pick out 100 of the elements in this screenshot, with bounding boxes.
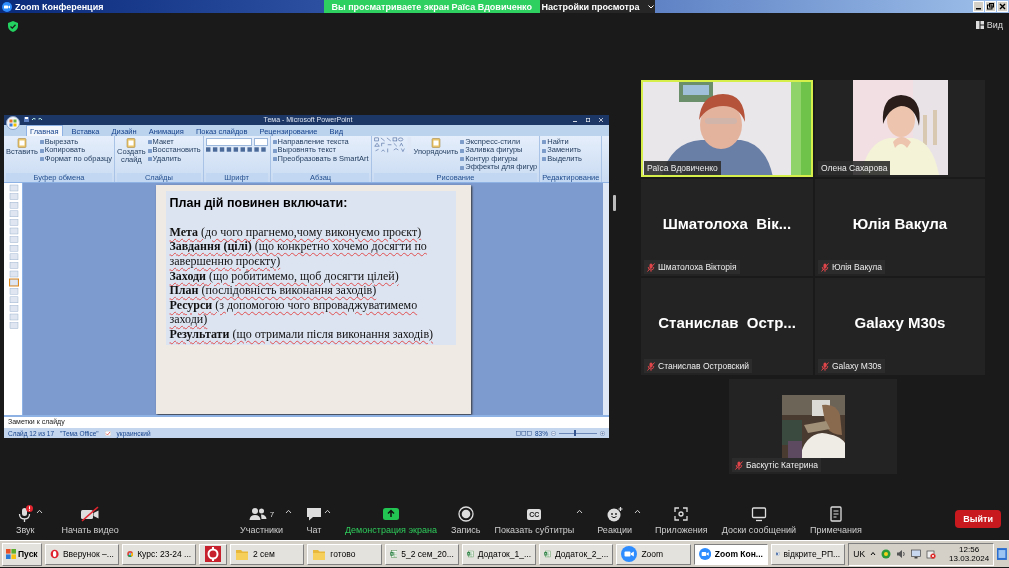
start-button[interactable]: Пуск bbox=[2, 542, 42, 566]
participant-name: Станислав Островский bbox=[658, 361, 749, 371]
minimize-icon[interactable] bbox=[973, 1, 984, 12]
scrollbar[interactable] bbox=[603, 182, 609, 415]
speaker-icon[interactable] bbox=[896, 549, 907, 559]
view-options-button[interactable]: Настройки просмотра bbox=[540, 0, 655, 13]
participant-tile[interactable]: Юлія Вакула Юлія Вакула bbox=[815, 179, 985, 276]
participant-name: Galaxy M30s bbox=[832, 361, 882, 371]
clock-time: 12:56 bbox=[959, 545, 980, 554]
smiley-plus-icon bbox=[605, 506, 624, 522]
participant-tile[interactable]: Станислав Остр... Станислав Островский bbox=[641, 278, 813, 375]
close-icon[interactable] bbox=[997, 1, 1008, 12]
participant-name: Олена Сахарова bbox=[821, 163, 888, 173]
slide-bullet-text: Результати (що отримали після виконання заходів) bbox=[169, 326, 435, 342]
caret-up-icon[interactable] bbox=[324, 509, 331, 514]
share-button[interactable]: Демонстрация экрана bbox=[345, 505, 437, 535]
slide-bullet-text: Заходи (що робитимемо, щоб досягти цілей) bbox=[169, 268, 400, 284]
whiteboards-button[interactable]: Доски сообщений bbox=[721, 505, 796, 535]
clock-date: 13.03.2024 bbox=[949, 554, 990, 563]
caret-up-icon[interactable] bbox=[576, 509, 584, 514]
record-button[interactable]: Запись bbox=[450, 505, 481, 535]
taskbar-button[interactable]: готово bbox=[307, 543, 382, 565]
show-desktop-icon[interactable] bbox=[997, 548, 1007, 560]
folder-icon bbox=[312, 547, 327, 561]
reactions-button[interactable]: Реакции bbox=[597, 505, 633, 535]
taskbar-button[interactable]: 2 сем bbox=[229, 543, 305, 565]
taskbar-button[interactable]: 5_2 сем_20... bbox=[384, 543, 459, 565]
chat-button[interactable]: Чат bbox=[306, 505, 322, 535]
taskbar-button[interactable]: Zoom bbox=[616, 543, 691, 565]
participant-tile[interactable]: Galaxy M30s Galaxy M30s bbox=[815, 278, 985, 375]
save-icon[interactable] bbox=[24, 117, 29, 123]
participant-name: Баскутіс Катерина bbox=[746, 460, 818, 470]
undo-icon[interactable] bbox=[31, 117, 36, 123]
participants-button[interactable]: 7 Участники bbox=[240, 505, 283, 535]
taskbar-button[interactable]: Додаток_2_... bbox=[539, 543, 614, 565]
participant-display-name: Станислав Остр... bbox=[657, 314, 797, 331]
command-large-icon bbox=[126, 137, 137, 148]
taskbar-button[interactable]: Вверунок –... bbox=[44, 543, 119, 565]
zoom-slider-thumb[interactable] bbox=[573, 430, 576, 436]
redo-icon[interactable] bbox=[38, 117, 43, 123]
taskbar-button[interactable]: Додаток_1_... bbox=[461, 543, 537, 565]
slide-bullet-text: Завдання (цілі) (що конкретно хочемо досягти по завершенню проєкту) bbox=[169, 239, 428, 269]
participant-tile[interactable]: Баскутіс Катерина bbox=[729, 379, 897, 474]
video-camera-icon bbox=[621, 546, 638, 562]
spreadsheet-icon bbox=[466, 547, 474, 561]
participant-name: Юлія Вакула bbox=[832, 262, 882, 272]
close-icon[interactable] bbox=[599, 118, 603, 122]
maximize-icon[interactable] bbox=[586, 118, 590, 122]
shield-icon bbox=[8, 21, 18, 32]
participant-display-name: Юлія Вакула bbox=[851, 215, 949, 232]
slide-bullet-text: Ресурси (з допомогою чого впроваджуватимемо заходи) bbox=[169, 297, 419, 327]
slide-bullet-text: Мета (до чого прагнемо,чому виконуємо проєкт) bbox=[169, 224, 423, 240]
command-large-icon bbox=[16, 137, 27, 148]
font-format-buttons-drawing bbox=[205, 145, 268, 153]
slide-title: План дій повинен включати: bbox=[169, 195, 349, 210]
spellcheck-icon bbox=[104, 430, 111, 436]
monitor-icon[interactable] bbox=[911, 549, 922, 559]
office-logo-icon[interactable] bbox=[6, 116, 20, 130]
notes-icon bbox=[828, 506, 843, 522]
record-icon bbox=[457, 506, 474, 522]
battery-warning-icon[interactable] bbox=[926, 549, 937, 559]
view-button[interactable]: Вид bbox=[975, 20, 1003, 30]
font-size-field[interactable] bbox=[253, 137, 268, 146]
participant-display-name: Galaxy M30s bbox=[853, 314, 947, 331]
taskbar-button[interactable] bbox=[199, 543, 227, 565]
window-title: Zoom Конференция bbox=[15, 1, 104, 12]
tray-expand-icon[interactable] bbox=[870, 551, 877, 557]
people-icon bbox=[248, 506, 267, 522]
notes-button[interactable]: Примечания bbox=[809, 505, 862, 535]
zoom-logo-icon bbox=[2, 1, 12, 12]
participant-tile[interactable]: Раїса Вдовиченко bbox=[641, 80, 813, 177]
taskbar-button[interactable]: відкрите_РП... bbox=[770, 543, 846, 565]
folder-icon bbox=[234, 547, 249, 561]
share-banner: Вы просматриваете экран Раїса Вдовиченко bbox=[323, 0, 540, 13]
grid-icon bbox=[975, 21, 984, 29]
caret-up-icon[interactable] bbox=[634, 509, 642, 514]
slide-bullet-text: План (послідовність виконання заходів) bbox=[169, 283, 378, 298]
windows-logo-icon bbox=[6, 549, 16, 559]
minimize-icon[interactable] bbox=[573, 118, 577, 122]
caret-up-icon[interactable] bbox=[36, 509, 44, 514]
video-button[interactable]: Начать видео bbox=[61, 505, 119, 535]
audio-button[interactable]: Звук bbox=[16, 505, 35, 535]
resize-handle[interactable] bbox=[613, 195, 616, 211]
view-buttons-drawing[interactable] bbox=[516, 430, 532, 436]
font-name-field[interactable] bbox=[205, 137, 252, 146]
apps-button[interactable]: Приложения bbox=[655, 505, 708, 535]
language-indicator[interactable]: UK bbox=[853, 549, 866, 559]
participant-tile[interactable]: Шматолоха Вік... Шматолоха Вікторія bbox=[641, 179, 813, 276]
gear-icon bbox=[205, 546, 222, 562]
leave-button[interactable]: Выйти bbox=[955, 510, 1001, 528]
participant-name: Раїса Вдовиченко bbox=[647, 163, 718, 173]
taskbar-button[interactable]: Zoom Кон... bbox=[693, 543, 768, 565]
participant-tile[interactable]: Олена Сахарова bbox=[815, 80, 985, 177]
chat-icon bbox=[306, 506, 322, 522]
participant-name: Шматолоха Вікторія bbox=[658, 262, 737, 272]
apps-icon bbox=[673, 506, 690, 522]
taskbar-button[interactable]: Курс: 23-24 ... bbox=[121, 543, 197, 565]
participant-display-name: Шматолоха Вік... bbox=[661, 215, 793, 232]
caret-up-icon[interactable] bbox=[285, 509, 292, 514]
restore-icon[interactable] bbox=[985, 1, 996, 12]
